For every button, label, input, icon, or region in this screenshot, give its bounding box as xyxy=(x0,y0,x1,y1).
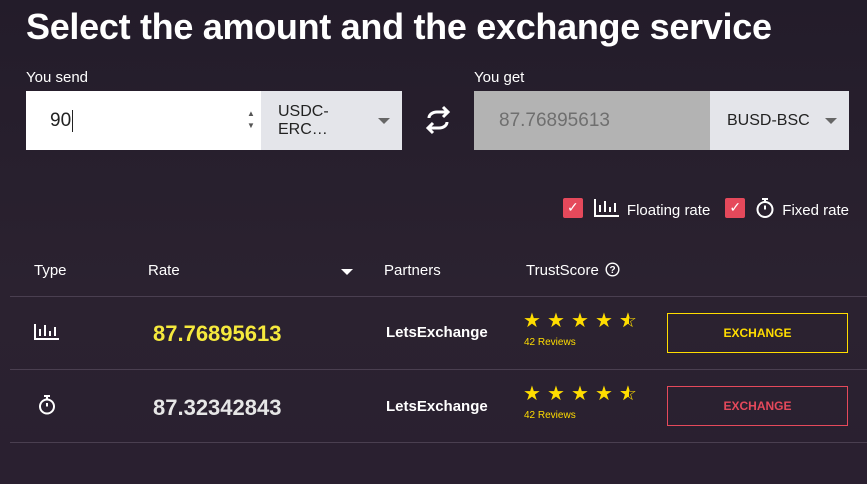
get-amount-field: 87.76895613 xyxy=(474,91,710,150)
send-label: You send xyxy=(26,69,89,86)
table-row-type xyxy=(37,394,57,421)
trust-stars: ★ ★ ★ ★ ☆ ★ xyxy=(523,311,643,331)
star-icon: ★ xyxy=(547,383,565,405)
get-currency-value: BUSD-BSC xyxy=(727,111,810,129)
sort-desc-icon[interactable] xyxy=(341,269,353,275)
fixed-rate-label: Fixed rate xyxy=(782,202,849,219)
help-icon[interactable]: ? xyxy=(605,262,620,277)
floating-rate-checkbox[interactable]: ✓ xyxy=(562,197,583,218)
table-row-type xyxy=(33,322,61,347)
chevron-down-icon xyxy=(825,117,837,124)
rate-value: 87.32342843 xyxy=(153,395,282,420)
rate-filters: ✓ Floating rate ✓ Fixed rate xyxy=(562,196,849,219)
row-divider xyxy=(10,442,867,443)
send-currency-select[interactable]: USDC-ERC… xyxy=(261,91,402,150)
partner-name: LetsExchange xyxy=(386,398,488,415)
trustscore-label: TrustScore xyxy=(526,262,599,279)
reviews-link[interactable]: 42 Reviews xyxy=(524,337,576,348)
row-divider xyxy=(10,369,867,370)
half-star-icon: ☆ ★ xyxy=(619,310,637,332)
bar-chart-icon xyxy=(593,198,619,217)
page-title: Select the amount and the exchange servi… xyxy=(26,6,772,47)
star-icon: ★ xyxy=(595,383,613,405)
exchange-button[interactable]: EXCHANGE xyxy=(667,313,848,353)
fixed-rate-checkbox[interactable]: ✓ xyxy=(725,197,746,218)
get-label: You get xyxy=(474,69,525,86)
star-icon: ★ xyxy=(523,310,541,332)
star-icon: ★ xyxy=(595,310,613,332)
star-icon: ★ xyxy=(571,310,589,332)
rate-value: 87.76895613 xyxy=(153,321,282,346)
get-amount-value: 87.76895613 xyxy=(499,109,610,131)
row-divider xyxy=(10,296,867,297)
stopwatch-icon xyxy=(756,197,774,218)
bar-chart-icon xyxy=(34,324,59,340)
get-currency-select[interactable]: BUSD-BSC xyxy=(710,91,849,150)
chevron-down-icon xyxy=(378,117,390,124)
send-amount-input[interactable]: 90 ▲ ▼ xyxy=(26,91,261,150)
stepper-down-icon[interactable]: ▼ xyxy=(247,121,255,131)
header-rate[interactable]: Rate xyxy=(148,262,180,279)
text-caret xyxy=(72,109,74,132)
star-icon: ★ xyxy=(523,383,541,405)
swap-button[interactable] xyxy=(420,102,456,138)
stepper-up-icon[interactable]: ▲ xyxy=(247,109,255,119)
header-type: Type xyxy=(34,262,67,279)
exchange-button[interactable]: EXCHANGE xyxy=(667,386,848,426)
amount-stepper[interactable]: ▲ ▼ xyxy=(245,109,257,131)
header-partners: Partners xyxy=(384,262,441,279)
get-input-group: 87.76895613 BUSD-BSC xyxy=(474,91,849,150)
send-input-group: 90 ▲ ▼ USDC-ERC… xyxy=(26,91,402,150)
reviews-link[interactable]: 42 Reviews xyxy=(524,410,576,421)
star-icon: ★ xyxy=(547,310,565,332)
stopwatch-icon xyxy=(39,395,55,415)
send-currency-value: USDC-ERC… xyxy=(278,102,329,138)
half-star-icon: ☆ ★ xyxy=(619,383,637,405)
swap-arrows-icon xyxy=(425,105,451,135)
floating-rate-label: Floating rate xyxy=(626,202,711,219)
trust-stars: ★ ★ ★ ★ ☆ ★ xyxy=(523,384,643,404)
star-icon: ★ xyxy=(571,383,589,405)
header-trustscore: TrustScore ? xyxy=(526,262,620,279)
svg-text:?: ? xyxy=(609,265,615,276)
send-amount-value: 90 xyxy=(50,109,72,131)
partner-name: LetsExchange xyxy=(386,324,488,341)
